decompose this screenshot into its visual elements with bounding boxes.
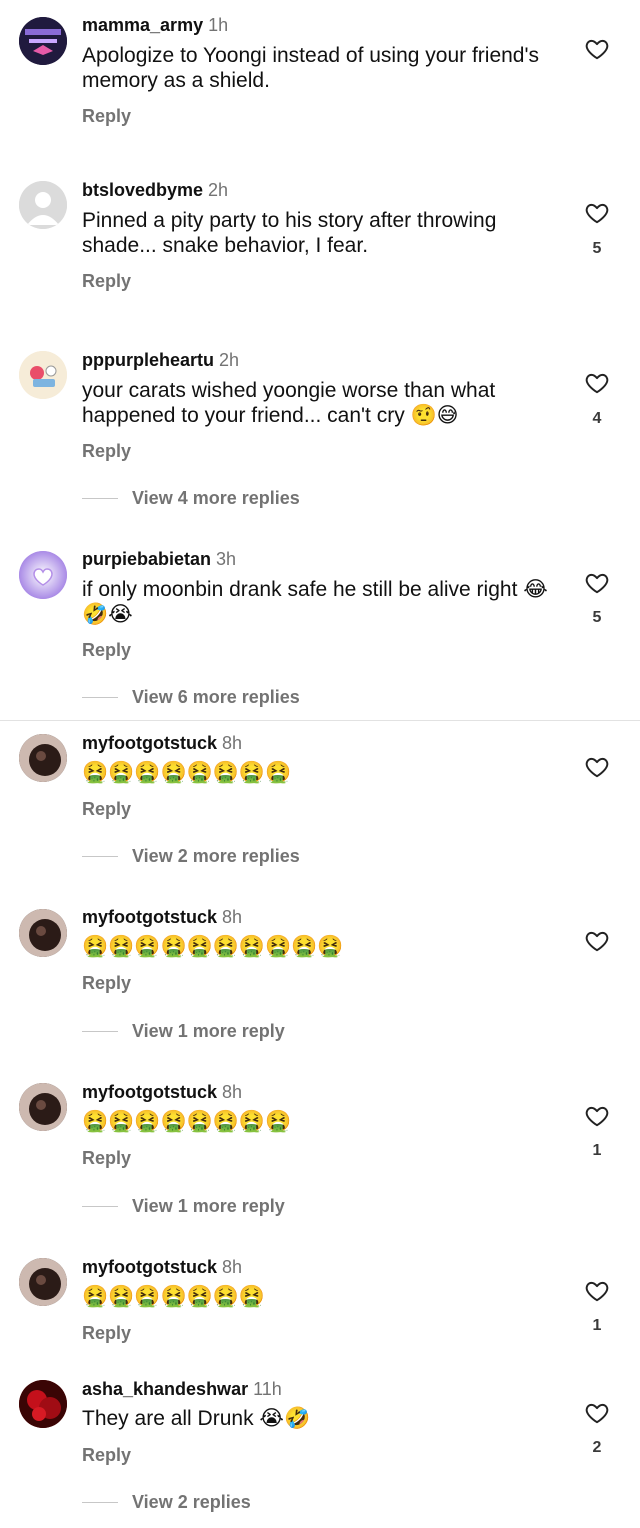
- heart-outline-icon[interactable]: [584, 928, 610, 954]
- comment-username[interactable]: myfootgotstuck: [82, 733, 217, 753]
- divider-line: [82, 1501, 118, 1503]
- comment-text: if only moonbin drank safe he still be a…: [82, 578, 548, 626]
- view-more-replies[interactable]: View 4 more replies: [82, 487, 300, 509]
- view-more-replies-label[interactable]: View 6 more replies: [132, 687, 300, 708]
- avatar[interactable]: [19, 909, 67, 957]
- avatar[interactable]: [19, 351, 67, 399]
- reply-button[interactable]: Reply: [82, 1323, 131, 1344]
- like-count: 4: [592, 410, 602, 427]
- comment-time: 8h: [222, 733, 243, 753]
- comment-username[interactable]: btslovedbyme: [82, 180, 203, 200]
- divider-line: [82, 497, 118, 499]
- comment-username[interactable]: mamma_army: [82, 15, 203, 35]
- comment-username[interactable]: myfootgotstuck: [82, 1257, 217, 1277]
- like-count: 1: [592, 1142, 602, 1159]
- avatar[interactable]: [19, 734, 67, 782]
- comment-time: 1h: [208, 15, 229, 35]
- comment-time: 8h: [222, 1082, 243, 1102]
- comment-time: 8h: [222, 907, 243, 927]
- comment-time: 3h: [216, 549, 237, 569]
- heart-outline-icon[interactable]: [584, 1278, 610, 1304]
- heart-outline-icon[interactable]: [584, 754, 610, 780]
- view-more-replies[interactable]: View 2 more replies: [82, 845, 300, 867]
- comment-text: Apologize to Yoongi instead of using you…: [82, 44, 539, 92]
- avatar[interactable]: [19, 1380, 67, 1428]
- comment-username[interactable]: myfootgotstuck: [82, 907, 217, 927]
- section-divider: [0, 720, 640, 721]
- comment-username[interactable]: purpiebabietan: [82, 549, 211, 569]
- reply-button[interactable]: Reply: [82, 1148, 131, 1169]
- reply-button[interactable]: Reply: [82, 106, 131, 127]
- heart-outline-icon[interactable]: [584, 570, 610, 596]
- divider-line: [82, 696, 118, 698]
- comment-time: 2h: [208, 180, 229, 200]
- like-count: 5: [592, 240, 602, 257]
- avatar[interactable]: [19, 551, 67, 599]
- like-count: 2: [592, 1439, 602, 1456]
- view-more-replies[interactable]: View 2 replies: [82, 1491, 251, 1513]
- divider-line: [82, 1205, 118, 1207]
- heart-outline-icon[interactable]: [584, 200, 610, 226]
- comment-username[interactable]: asha_khandeshwar: [82, 1379, 248, 1399]
- view-more-replies-label[interactable]: View 4 more replies: [132, 488, 300, 509]
- comment-text: They are all Drunk 😭🤣: [82, 1407, 311, 1430]
- view-more-replies[interactable]: View 6 more replies: [82, 686, 300, 708]
- comment-time: 11h: [253, 1379, 282, 1399]
- reply-button[interactable]: Reply: [82, 973, 131, 994]
- heart-outline-icon[interactable]: [584, 1103, 610, 1129]
- view-more-replies[interactable]: View 1 more reply: [82, 1195, 285, 1217]
- view-more-replies-label[interactable]: View 2 replies: [132, 1492, 251, 1513]
- comment-text: your carats wished yoongie worse than wh…: [82, 379, 496, 427]
- comment-username[interactable]: pppurpleheartu: [82, 350, 214, 370]
- avatar[interactable]: [19, 181, 67, 229]
- view-more-replies-label[interactable]: View 2 more replies: [132, 846, 300, 867]
- heart-outline-icon[interactable]: [584, 370, 610, 396]
- like-count: 5: [592, 609, 602, 626]
- view-more-replies-label[interactable]: View 1 more reply: [132, 1021, 285, 1042]
- comment-text: Pinned a pity party to his story after t…: [82, 209, 497, 257]
- heart-outline-icon[interactable]: [584, 36, 610, 62]
- comment-time: 2h: [219, 350, 240, 370]
- avatar[interactable]: [19, 1083, 67, 1131]
- comment-text: 🤮🤮🤮🤮🤮🤮🤮🤮: [82, 1110, 292, 1133]
- avatar[interactable]: [19, 17, 67, 65]
- comment-text: 🤮🤮🤮🤮🤮🤮🤮: [82, 1285, 266, 1308]
- like-count: 1: [592, 1317, 602, 1334]
- view-more-replies-label[interactable]: View 1 more reply: [132, 1196, 285, 1217]
- heart-outline-icon[interactable]: [584, 1400, 610, 1426]
- comment-text: 🤮🤮🤮🤮🤮🤮🤮🤮🤮🤮: [82, 935, 344, 958]
- divider-line: [82, 1030, 118, 1032]
- comment-time: 8h: [222, 1257, 243, 1277]
- reply-button[interactable]: Reply: [82, 441, 131, 462]
- reply-button[interactable]: Reply: [82, 271, 131, 292]
- reply-button[interactable]: Reply: [82, 799, 131, 820]
- comment-username[interactable]: myfootgotstuck: [82, 1082, 217, 1102]
- divider-line: [82, 855, 118, 857]
- avatar[interactable]: [19, 1258, 67, 1306]
- reply-button[interactable]: Reply: [82, 1445, 131, 1466]
- view-more-replies[interactable]: View 1 more reply: [82, 1020, 285, 1042]
- reply-button[interactable]: Reply: [82, 640, 131, 661]
- comment-text: 🤮🤮🤮🤮🤮🤮🤮🤮: [82, 761, 292, 784]
